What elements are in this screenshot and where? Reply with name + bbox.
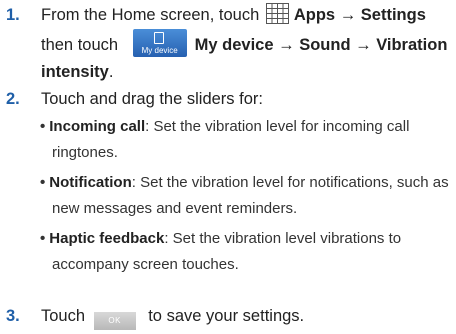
apps-settings-label: Apps → Settings: [293, 6, 426, 24]
step-number: 1.: [6, 6, 20, 24]
my-device-icon: My device: [132, 29, 187, 57]
step-text: Touch and drag the sliders for:: [41, 90, 263, 108]
step-text: From the Home screen, touch: [41, 6, 260, 24]
ok-button-image: OK: [93, 312, 136, 330]
bullet-haptic-feedback: • Haptic feedback: Set the vibration leve…: [40, 230, 402, 273]
bullet-notification: • Notification: Set the vibration level f…: [40, 174, 449, 217]
step-text: then touch: [41, 36, 119, 54]
apps-grid-icon: [265, 3, 289, 24]
step-text: to save your settings.: [148, 307, 305, 325]
step-number: 3.: [6, 307, 20, 325]
step-number: 2.: [6, 90, 20, 108]
step-text: Touch: [41, 307, 86, 325]
bullet-incoming-call: • Incoming call: Set the vibration level …: [40, 118, 410, 161]
